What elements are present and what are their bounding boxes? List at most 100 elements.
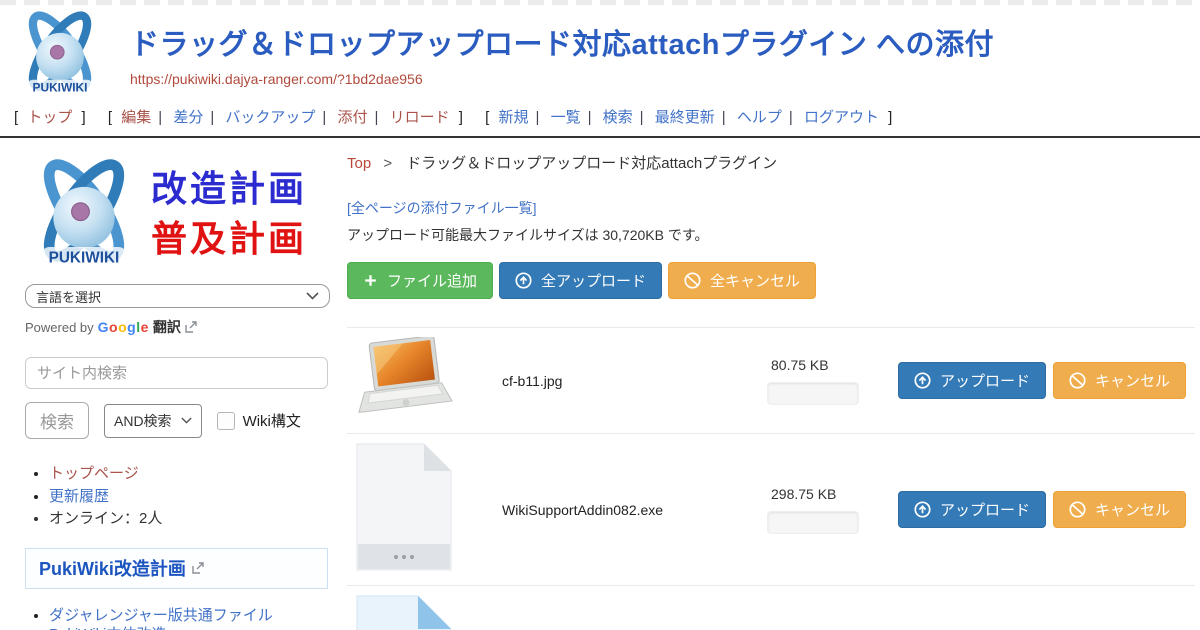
cancel-button[interactable]: キャンセル — [1053, 362, 1186, 399]
breadcrumb-current: ドラッグ＆ドロップアップロード対応attachプラグイン — [406, 155, 777, 172]
nav-link-backup[interactable]: バックアップ — [225, 109, 315, 126]
external-link-icon — [185, 321, 197, 333]
logo-slogan-line2: 普及計画 — [151, 214, 307, 264]
nav-separator: | — [375, 109, 379, 126]
list-item: PukiWiki本体改造 — [49, 626, 330, 630]
file-row: WikiSupportAddin082.exe 298.75 KB アップロード — [347, 433, 1195, 585]
file-size: 298.75 KB — [767, 486, 879, 502]
nav-separator: | — [588, 109, 592, 126]
bracket: [ — [14, 109, 18, 126]
nav-link-new[interactable]: 新規 — [498, 109, 528, 126]
list-item: オンライン：2人 — [49, 511, 330, 528]
all-attachments-link[interactable]: [全ページの添付ファイル一覧] — [347, 198, 537, 218]
sidebar-link-top-page[interactable]: トップページ — [49, 465, 139, 482]
add-files-button[interactable]: ファイル追加 — [347, 262, 493, 299]
max-upload-size-text: アップロード可能最大ファイルサイズは 30,720KB です。 — [347, 225, 1195, 245]
google-logo: Google — [98, 319, 149, 335]
bracket: ] — [888, 109, 892, 126]
sidebar-link-core-mods[interactable]: PukiWiki本体改造 — [49, 626, 167, 630]
laptop-photo-thumbnail — [354, 337, 456, 419]
cancel-button[interactable]: キャンセル — [1053, 491, 1186, 528]
online-count: オンライン：2人 — [49, 510, 162, 527]
nav-separator: | — [158, 109, 162, 126]
nav-separator: | — [535, 109, 539, 126]
nav-link-recent[interactable]: 最終更新 — [655, 109, 715, 126]
cancel-all-button[interactable]: 全キャンセル — [668, 262, 816, 299]
file-name: WikiSupportAddin082.exe — [502, 502, 767, 518]
nav-separator: | — [789, 109, 793, 126]
sidebar-site-title: PukiWiki改造計画 — [39, 555, 186, 581]
html-code-file-icon — [354, 595, 454, 630]
nav-link-list[interactable]: 一覧 — [551, 109, 581, 126]
external-link-icon — [192, 562, 204, 574]
pukiwiki-atom-logo-icon: PUKIWIKI — [25, 156, 143, 272]
search-mode-select[interactable]: AND検索 — [104, 404, 202, 438]
sidebar-quick-links: トップページ 更新履歴 オンライン：2人 — [25, 466, 330, 528]
sidebar-site-links: ダジャレンジャー版共通ファイル PukiWiki本体改造 PukiWikiテキス… — [25, 607, 330, 630]
page-url-link[interactable]: https://pukiwiki.dajya-ranger.com/?1bd2d… — [130, 71, 423, 87]
chevron-down-icon — [181, 417, 192, 424]
sidebar-link-common-files[interactable]: ダジャレンジャー版共通ファイル — [49, 607, 273, 624]
wiki-syntax-checkbox[interactable] — [217, 412, 235, 430]
logo-slogan-line1: 改造計画 — [151, 164, 307, 214]
sidebar: PUKIWIKI 改造計画 普及計画 言語を選択 Powered by Goog… — [0, 138, 332, 630]
nav-link-top[interactable]: トップ — [27, 109, 72, 126]
plus-icon — [363, 273, 378, 288]
nav-link-diff[interactable]: 差分 — [173, 109, 203, 126]
upload-button[interactable]: アップロード — [898, 362, 1046, 399]
nav-separator: | — [640, 109, 644, 126]
bracket: [ — [108, 109, 112, 126]
google-translate-attribution: Powered by Google 翻訳 — [25, 317, 330, 337]
circle-arrow-up-icon — [914, 501, 931, 518]
bracket: ] — [82, 109, 86, 126]
sidebar-site-title-box[interactable]: PukiWiki改造計画 — [25, 548, 328, 589]
circle-arrow-up-icon — [914, 372, 931, 389]
search-mode-value: AND検索 — [114, 411, 172, 431]
nav-link-search[interactable]: 検索 — [603, 109, 633, 126]
logo-brand-text: PUKIWIKI — [49, 249, 120, 266]
upload-all-button[interactable]: 全アップロード — [499, 262, 662, 299]
nav-separator: | — [722, 109, 726, 126]
nav-link-help[interactable]: ヘルプ — [737, 109, 782, 126]
generic-file-icon — [354, 443, 454, 571]
list-item: トップページ — [49, 466, 330, 483]
sidebar-logo[interactable]: PUKIWIKI 改造計画 普及計画 — [25, 156, 330, 272]
breadcrumb: Top > ドラッグ＆ドロップアップロード対応attachプラグイン — [347, 152, 1195, 173]
pukiwiki-atom-logo-icon[interactable]: PUKIWIKI — [14, 9, 106, 99]
language-select[interactable]: 言語を選択 — [25, 284, 330, 308]
chevron-down-icon — [306, 292, 319, 300]
circle-arrow-up-icon — [515, 272, 532, 289]
powered-by-text: Powered by — [25, 320, 94, 335]
nav-link-attach[interactable]: 添付 — [338, 109, 368, 126]
breadcrumb-home-link[interactable]: Top — [347, 155, 371, 172]
upload-file-list: cf-b11.jpg 80.75 KB アップロード — [347, 327, 1195, 630]
file-name: cf-b11.jpg — [502, 373, 767, 389]
upload-button[interactable]: アップロード — [898, 491, 1046, 528]
translate-label: 翻訳 — [153, 317, 181, 337]
upload-progress-bar — [767, 382, 859, 405]
nav-separator: | — [210, 109, 214, 126]
nav-separator: | — [322, 109, 326, 126]
bracket: ] — [459, 109, 463, 126]
list-item: 更新履歴 — [49, 489, 330, 506]
bracket: [ — [485, 109, 489, 126]
file-row: contents.html 60.78 KB アップロード — [347, 585, 1195, 630]
ban-circle-icon — [1069, 501, 1086, 518]
nav-link-reload[interactable]: リロード — [390, 109, 450, 126]
nav-link-edit[interactable]: 編集 — [121, 109, 151, 126]
breadcrumb-separator: > — [383, 155, 392, 172]
main-content: Top > ドラッグ＆ドロップアップロード対応attachプラグイン [全ページ… — [332, 138, 1200, 630]
list-item: ダジャレンジャー版共通ファイル — [49, 607, 330, 624]
upload-action-bar: ファイル追加 全アップロード 全キャンセル — [347, 262, 1195, 299]
search-button[interactable]: 検索 — [25, 402, 89, 439]
file-size: 80.75 KB — [767, 357, 879, 373]
site-search-input[interactable] — [25, 357, 328, 389]
site-header: PUKIWIKI ドラッグ＆ドロップアップロード対応attachプラグイン への… — [0, 5, 1200, 99]
sidebar-link-recent-changes[interactable]: 更新履歴 — [49, 488, 109, 505]
logo-brand-text: PUKIWIKI — [33, 81, 88, 95]
upload-progress-bar — [767, 511, 859, 534]
file-row: cf-b11.jpg 80.75 KB アップロード — [347, 327, 1195, 433]
nav-link-logout[interactable]: ログアウト — [804, 109, 879, 126]
wiki-syntax-label: Wiki構文 — [243, 410, 301, 431]
ban-circle-icon — [684, 272, 701, 289]
